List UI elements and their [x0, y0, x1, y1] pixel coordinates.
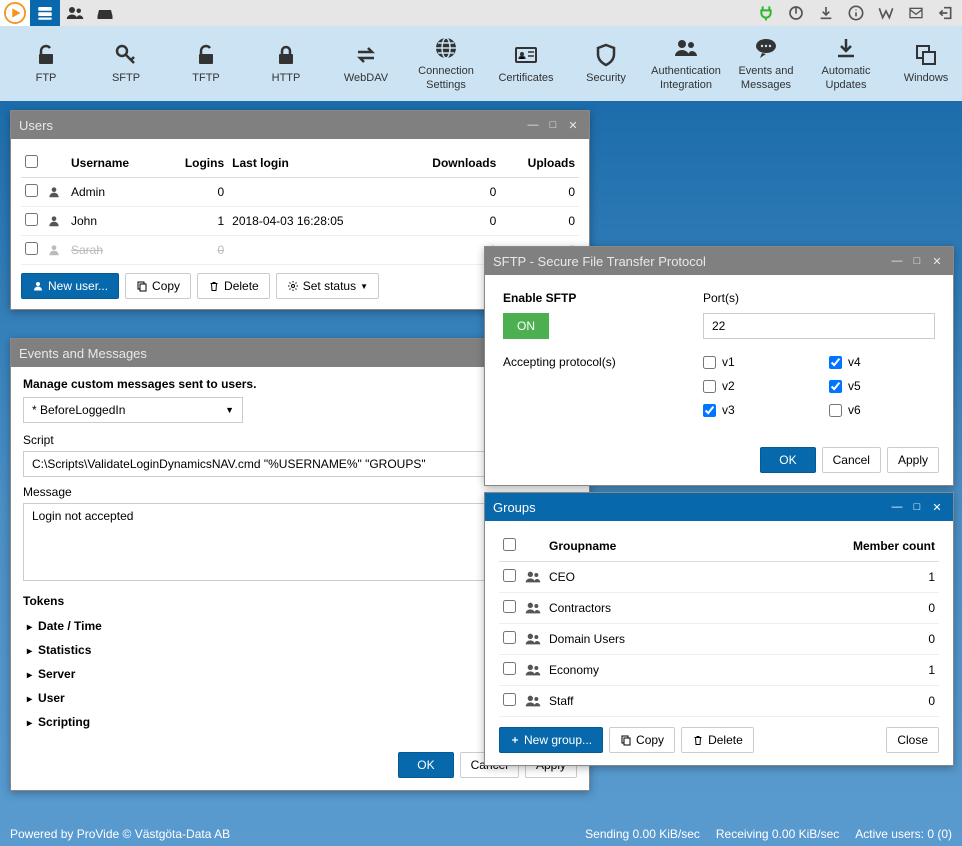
sftp-apply-button[interactable]: Apply	[887, 447, 939, 473]
group-row[interactable]: Contractors0	[499, 593, 939, 624]
protocol-v2[interactable]: v2	[703, 379, 809, 393]
new-group-button[interactable]: New group...	[499, 727, 603, 753]
close-group-button[interactable]: Close	[886, 727, 939, 753]
toolbar-sftp[interactable]: SFTP	[86, 29, 166, 99]
close-icon[interactable]: ✕	[565, 117, 581, 133]
new-user-button[interactable]: New user...	[21, 273, 119, 299]
powered-by: Powered by ProVide © Västgöta-Data AB	[10, 827, 569, 841]
minimize-icon[interactable]: —	[889, 253, 905, 269]
wiki-icon[interactable]	[878, 5, 894, 21]
toolbar-tftp[interactable]: TFTP	[166, 29, 246, 99]
groups-select-all-checkbox[interactable]	[503, 538, 516, 551]
plug-icon[interactable]	[758, 5, 774, 21]
drive-tab-icon[interactable]	[90, 0, 120, 26]
copy-group-button[interactable]: Copy	[609, 727, 675, 753]
sftp-titlebar[interactable]: SFTP - Secure File Transfer Protocol — □…	[485, 247, 953, 275]
users-titlebar[interactable]: Users — □ ✕	[11, 111, 589, 139]
port-label: Port(s)	[703, 291, 935, 305]
set-status-button[interactable]: Set status ▼	[276, 273, 379, 299]
user-checkbox[interactable]	[25, 242, 38, 255]
protocol-v5[interactable]: v5	[829, 379, 935, 393]
protocol-v4[interactable]: v4	[829, 355, 935, 369]
member-count-header: Member count	[735, 531, 939, 562]
delete-user-button[interactable]: Delete	[197, 273, 270, 299]
group-row[interactable]: Domain Users0	[499, 624, 939, 655]
close-icon[interactable]: ✕	[929, 499, 945, 515]
events-ok-button[interactable]: OK	[398, 752, 453, 778]
minimize-icon[interactable]: —	[525, 117, 541, 133]
sftp-title: SFTP - Secure File Transfer Protocol	[493, 254, 889, 269]
sftp-cancel-button[interactable]: Cancel	[822, 447, 881, 473]
sftp-ok-button[interactable]: OK	[760, 447, 815, 473]
group-row[interactable]: Economy1	[499, 655, 939, 686]
toolbar-security[interactable]: Security	[566, 29, 646, 99]
group-row[interactable]: Staff0	[499, 686, 939, 717]
status-receiving: Receiving 0.00 KiB/sec	[716, 827, 839, 841]
maximize-icon[interactable]: □	[909, 253, 925, 269]
mail-icon[interactable]	[908, 5, 924, 21]
protocol-v3[interactable]: v3	[703, 403, 809, 417]
group-checkbox[interactable]	[503, 631, 516, 644]
info-icon[interactable]	[848, 5, 864, 21]
toolbar-windows[interactable]: Windows	[886, 29, 962, 99]
users-title: Users	[19, 118, 525, 133]
toolbar-webdav[interactable]: WebDAV	[326, 29, 406, 99]
user-checkbox[interactable]	[25, 213, 38, 226]
copy-user-button[interactable]: Copy	[125, 273, 191, 299]
message-type-select[interactable]: * BeforeLoggedIn▼	[23, 397, 243, 423]
toolbar-http[interactable]: HTTP	[246, 29, 326, 99]
groups-title: Groups	[493, 500, 889, 515]
status-bar: Powered by ProVide © Västgöta-Data AB Se…	[0, 822, 962, 846]
logo-icon[interactable]	[0, 0, 30, 26]
protocol-v6[interactable]: v6	[829, 403, 935, 417]
toolbar-certificates[interactable]: Certificates	[486, 29, 566, 99]
minimize-icon[interactable]: —	[889, 499, 905, 515]
exit-icon[interactable]	[938, 5, 954, 21]
delete-group-button[interactable]: Delete	[681, 727, 754, 753]
user-checkbox[interactable]	[25, 184, 38, 197]
groups-table: Groupname Member count CEO1Contractors0D…	[499, 531, 939, 717]
toolbar-connection-settings[interactable]: ConnectionSettings	[406, 29, 486, 99]
user-row[interactable]: John12018-04-03 16:28:0500	[21, 207, 579, 236]
enable-sftp-toggle[interactable]: ON	[503, 313, 549, 339]
groupname-header: Groupname	[545, 531, 735, 562]
group-checkbox[interactable]	[503, 693, 516, 706]
groups-titlebar[interactable]: Groups — □ ✕	[485, 493, 953, 521]
top-bar	[0, 0, 962, 26]
maximize-icon[interactable]: □	[545, 117, 561, 133]
maximize-icon[interactable]: □	[909, 499, 925, 515]
group-checkbox[interactable]	[503, 662, 516, 675]
groups-panel: Groups — □ ✕ Groupname Member count CEO1…	[484, 492, 954, 766]
toolbar-automatic-updates[interactable]: AutomaticUpdates	[806, 29, 886, 99]
users-select-all-checkbox[interactable]	[25, 155, 38, 168]
users-tab-icon[interactable]	[60, 0, 90, 26]
protocols-label: Accepting protocol(s)	[503, 355, 663, 369]
power-icon[interactable]	[788, 5, 804, 21]
close-icon[interactable]: ✕	[929, 253, 945, 269]
group-checkbox[interactable]	[503, 569, 516, 582]
sftp-panel: SFTP - Secure File Transfer Protocol — □…	[484, 246, 954, 486]
enable-sftp-label: Enable SFTP	[503, 291, 663, 305]
protocol-v1[interactable]: v1	[703, 355, 809, 369]
toolbar-authentication-integration[interactable]: AuthenticationIntegration	[646, 29, 726, 99]
main-toolbar: FTPSFTPTFTPHTTPWebDAVConnectionSettingsC…	[0, 26, 962, 101]
toolbar-ftp[interactable]: FTP	[6, 29, 86, 99]
server-tab-icon[interactable]	[30, 0, 60, 26]
group-checkbox[interactable]	[503, 600, 516, 613]
status-active-users: Active users: 0 (0)	[855, 827, 952, 841]
group-row[interactable]: CEO1	[499, 562, 939, 593]
status-sending: Sending 0.00 KiB/sec	[585, 827, 700, 841]
download-icon[interactable]	[818, 5, 834, 21]
user-row[interactable]: Admin000	[21, 178, 579, 207]
toolbar-events-and-messages[interactable]: Events andMessages	[726, 29, 806, 99]
port-input[interactable]	[703, 313, 935, 339]
